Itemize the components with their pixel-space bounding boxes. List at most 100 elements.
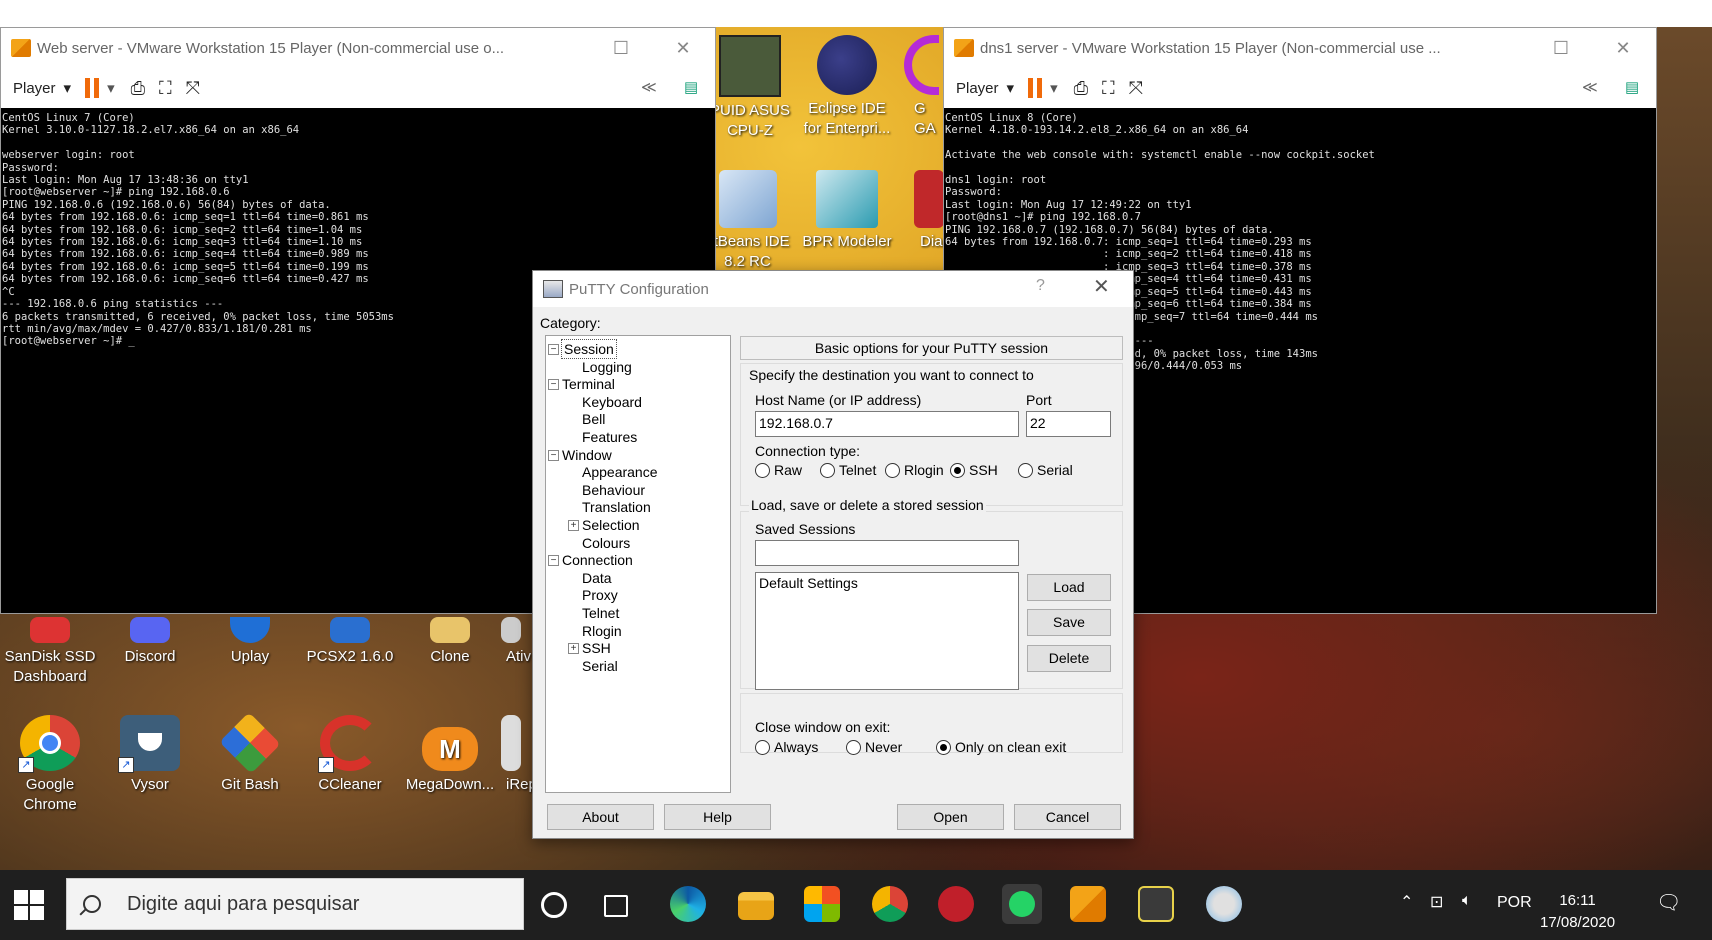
clock[interactable]: 16:11 17/08/2020 [1540,890,1615,934]
player-menu-button[interactable]: Player ▾ [956,79,1014,98]
desktop-icon-sandisk[interactable]: SanDisk SSD Dashboard [0,617,100,687]
desktop-icon-ccleaner[interactable]: ↗ CCleaner [300,715,400,795]
close-icon[interactable]: ✕ [1608,34,1638,62]
desktop-icon-uplay[interactable]: Uplay [200,617,300,667]
pause-icon[interactable] [1028,78,1043,98]
collapse-toolbar-icon[interactable]: ≪ [1582,78,1598,96]
radio-telnet[interactable]: Telnet [820,462,876,478]
radio-raw[interactable]: Raw [755,462,802,478]
file-explorer-icon[interactable] [738,892,774,920]
desktop-icon-megadownloader[interactable]: M MegaDown... [400,715,500,795]
tree-item-translation[interactable]: Translation [582,498,651,516]
tree-item-bell[interactable]: Bell [582,410,605,428]
tree-item-proxy[interactable]: Proxy [582,586,618,604]
tree-item-features[interactable]: Features [582,428,637,446]
tree-item-data[interactable]: Data [582,569,612,587]
maximize-icon[interactable]: ☐ [1546,34,1576,62]
tree-item-rlogin[interactable]: Rlogin [582,622,622,640]
putty-configuration-dialog[interactable]: PuTTY Configuration ? ✕ Category: Sessio… [532,270,1134,839]
radio-close-always[interactable]: Always [755,739,818,755]
notifications-icon[interactable]: 🗨︎ [1656,890,1681,915]
chrome-taskbar-icon[interactable] [872,886,908,922]
desktop-icon-pcsx2[interactable]: PCSX2 1.6.0 [300,617,400,667]
paint-taskbar-icon[interactable] [1206,886,1242,922]
desktop-icon-chrome[interactable]: ↗ Google Chrome [0,715,100,815]
tree-item-ssh[interactable]: SSH [582,639,611,657]
desktop-icon-ga[interactable]: G GA [894,35,939,139]
desktop-icon-discord[interactable]: Discord [100,617,200,667]
taskbar-search-box[interactable]: Digite aqui para pesquisar [66,878,524,930]
putty-taskbar-icon[interactable] [1138,886,1174,922]
desktop-icon-eclipse[interactable]: Eclipse IDE for Enterpri... [797,35,897,139]
microsoft-store-icon[interactable] [804,886,840,922]
tree-item-connection[interactable]: Connection [562,551,633,569]
tree-item-colours[interactable]: Colours [582,534,630,552]
tree-item-terminal[interactable]: Terminal [562,375,615,393]
desktop-icon-clone[interactable]: Clone [400,617,500,667]
radio-serial[interactable]: Serial [1018,462,1073,478]
expand-icon[interactable]: + [568,643,579,655]
network-icon[interactable]: ⊡ [1430,892,1443,912]
about-button[interactable]: About [547,804,654,830]
send-ctrl-alt-del-icon[interactable]: ⎙ [131,78,145,99]
open-button[interactable]: Open [897,804,1004,830]
tree-item-telnet[interactable]: Telnet [582,604,619,622]
desktop-icon-irep[interactable]: iRep [490,715,532,795]
tree-item-session[interactable]: Session [561,339,617,359]
tree-item-appearance[interactable]: Appearance [582,463,658,481]
chevron-up-icon[interactable]: ⌃ [1400,892,1413,912]
saved-sessions-list[interactable]: Default Settings [755,572,1019,690]
help-button[interactable]: Help [664,804,771,830]
whatsapp-icon[interactable] [1002,884,1042,924]
desktop-icon-ativ[interactable]: Ativ [490,617,532,667]
close-icon[interactable]: ✕ [668,34,698,62]
unity-icon[interactable]: ⤧ [186,78,200,99]
desktop-icon-dia[interactable]: Dia [904,170,944,252]
dialog-titlebar[interactable]: PuTTY Configuration ? ✕ [533,271,1133,307]
tree-item-behaviour[interactable]: Behaviour [582,481,645,499]
send-ctrl-alt-del-icon[interactable]: ⎙ [1074,78,1088,99]
collapse-toolbar-icon[interactable]: ≪ [641,78,657,96]
player-menu-button[interactable]: Player ▾ [13,79,71,98]
help-icon[interactable]: ? [1036,277,1045,295]
collapse-icon[interactable]: − [548,379,559,391]
tree-item-selection[interactable]: Selection [582,516,640,534]
chevron-down-icon[interactable]: ▾ [107,79,115,97]
cortana-icon[interactable] [541,892,567,918]
windows-start-icon[interactable] [14,890,46,922]
volume-icon[interactable]: 🔈︎ [1462,892,1472,910]
category-tree[interactable]: Session − Logging Terminal − Keyboard Bell Feat… [545,335,731,793]
expand-icon[interactable]: + [568,520,579,531]
collapse-icon[interactable]: − [548,344,559,355]
save-button[interactable]: Save [1027,609,1111,636]
edge-icon[interactable] [670,886,706,922]
chevron-down-icon[interactable]: ▾ [1050,79,1058,97]
pause-icon[interactable] [85,78,100,98]
list-item[interactable]: Default Settings [759,575,1015,591]
window-titlebar[interactable]: dns1 server - VMware Workstation 15 Play… [944,28,1656,68]
tree-item-keyboard[interactable]: Keyboard [582,393,642,411]
fullscreen-icon[interactable]: ⛶ [1102,78,1115,99]
collapse-icon[interactable]: − [548,449,559,461]
maximize-icon[interactable]: ☐ [606,34,636,62]
language-indicator[interactable]: POR [1497,894,1532,912]
saved-sessions-input[interactable] [755,540,1019,566]
radio-close-only-on-clean-exit[interactable]: Only on clean exit [936,739,1066,755]
tree-item-window[interactable]: Window [562,446,612,464]
desktop-icon-bpr-modeler[interactable]: BPR Modeler [797,170,897,252]
load-button[interactable]: Load [1027,574,1111,601]
port-input[interactable]: 22 [1026,411,1111,437]
desktop-icon-vysor[interactable]: ↗ Vysor [100,715,200,795]
radio-rlogin[interactable]: Rlogin [885,462,944,478]
collapse-icon[interactable]: − [548,555,559,567]
close-icon[interactable]: ✕ [1093,274,1110,299]
task-view-icon[interactable] [604,895,628,917]
delete-button[interactable]: Delete [1027,645,1111,672]
host-name-input[interactable]: 192.168.0.7 [755,411,1019,437]
radio-ssh[interactable]: SSH [950,462,998,478]
fullscreen-icon[interactable]: ⛶ [159,78,172,99]
window-titlebar[interactable]: Web server - VMware Workstation 15 Playe… [1,28,715,68]
radio-close-never[interactable]: Never [846,739,902,755]
cancel-button[interactable]: Cancel [1014,804,1121,830]
library-icon[interactable]: ▤ [684,78,698,96]
